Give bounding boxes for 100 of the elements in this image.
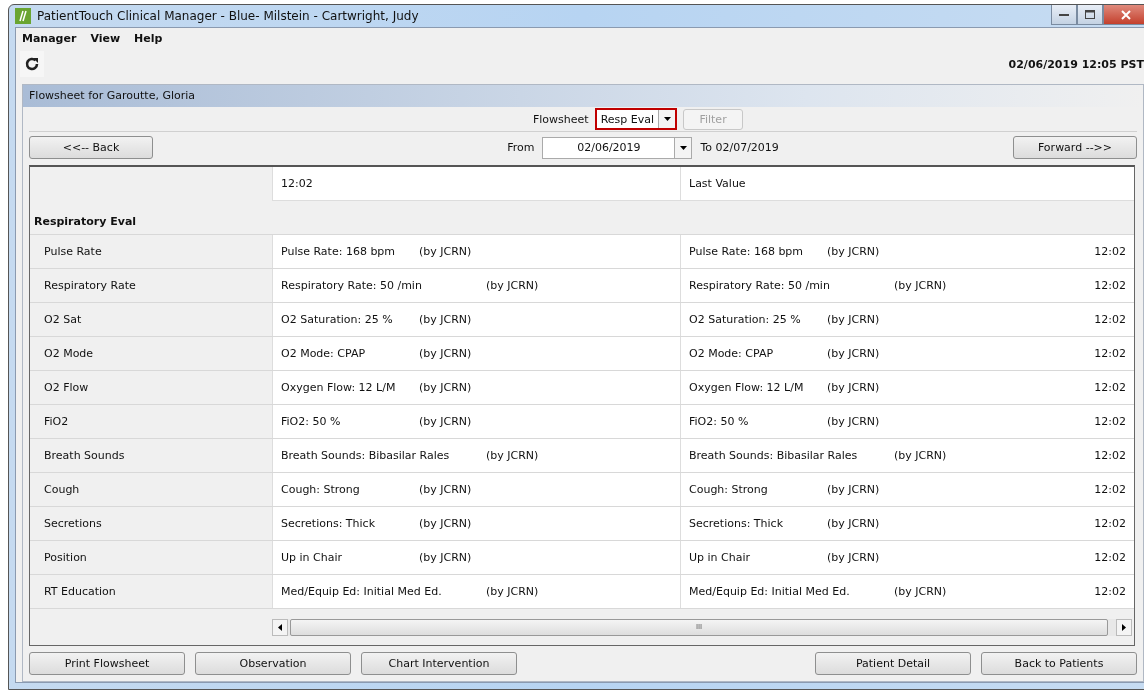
author-text: (by JCRN) [894,279,947,292]
author-text: (by JCRN) [486,279,539,292]
author-text: (by JCRN) [827,381,880,394]
author-text: (by JCRN) [827,517,880,530]
cell-value: Med/Equip Ed: Initial Med Ed. [689,585,850,598]
row-label: Pulse Rate [43,244,103,260]
time-text: 12:02 [1094,313,1126,326]
row-label: O2 Flow [43,380,90,396]
row-label: Respiratory Rate [43,278,137,294]
author-text: (by JCRN) [486,585,539,598]
cell-value: Secretions: Thick [689,517,783,530]
author-text: (by JCRN) [827,415,880,428]
row-label: O2 Mode [43,346,95,362]
action-button[interactable]: Observation [195,652,351,675]
to-date-text: To 02/07/2019 [700,141,779,154]
maximize-button[interactable] [1077,5,1103,25]
cell-value: Cough: Strong [281,483,360,496]
from-date-field[interactable]: 02/06/2019 [542,136,693,159]
date-time: 02/06/2019 12:05 PST [1008,57,1144,71]
time-text: 12:02 [1094,279,1126,292]
cell-value: Med/Equip Ed: Initial Med Ed. [281,585,442,598]
author-text: (by JCRN) [827,483,880,496]
group-heading: Respiratory Eval [33,214,138,230]
time-text: 12:02 [1094,381,1126,394]
window-title: PatientTouch Clinical Manager - Blue- Milstein - Cartwright, Judy [37,9,419,23]
scroll-left-button[interactable] [272,618,288,636]
time-text: 12:02 [1094,449,1126,462]
row-label: Cough [43,482,81,498]
author-text: (by JCRN) [419,517,472,530]
cell-value: FiO2: 50 % [689,415,749,428]
dropdown-arrow-icon [663,117,671,121]
author-text: (by JCRN) [419,313,472,326]
app-logo-icon [15,8,31,24]
cell-value: Up in Chair [689,551,751,564]
cell-value: Breath Sounds: Bibasilar Rales [281,449,450,462]
action-button[interactable]: Chart Intervention [361,652,517,675]
cell-value: Secretions: Thick [281,517,375,530]
row-label: Position [43,550,88,566]
menu-item[interactable]: Help [134,32,163,46]
action-button[interactable]: Patient Detail [815,652,971,675]
row-label: Secretions [43,516,103,532]
row-label: RT Education [43,584,117,600]
row-label: FiO2 [43,414,70,430]
cell-value: Up in Chair [281,551,343,564]
row-label: O2 Sat [43,312,83,328]
author-text: (by JCRN) [419,551,472,564]
back-button[interactable]: <<-- Back [29,136,153,159]
cell-value: Respiratory Rate: 50 /min [689,279,830,292]
author-text: (by JCRN) [419,415,472,428]
from-label: From [507,141,535,154]
column-header: 12:02 [272,167,680,201]
close-button[interactable] [1103,5,1144,25]
flowsheet-dropdown[interactable]: Resp Eval [594,108,678,130]
cell-value: O2 Mode: CPAP [281,347,366,360]
cell-value: Oxygen Flow: 12 L/M [281,381,396,394]
dropdown-arrow-icon [679,145,687,150]
cell-value: Respiratory Rate: 50 /min [281,279,422,292]
time-text: 12:02 [1094,347,1126,360]
author-text: (by JCRN) [827,313,880,326]
action-button[interactable]: Print Flowsheet [29,652,185,675]
refresh-button[interactable] [20,51,44,77]
menu-item[interactable]: View [90,32,121,46]
author-text: (by JCRN) [419,347,472,360]
cell-value: FiO2: 50 % [281,415,341,428]
left-arrow-icon [278,623,282,631]
refresh-icon [24,56,40,72]
cell-value: Breath Sounds: Bibasilar Rales [689,449,858,462]
author-text: (by JCRN) [827,551,880,564]
author-text: (by JCRN) [827,245,880,258]
column-header: Last Value [680,167,1134,201]
author-text: (by JCRN) [419,483,472,496]
time-text: 12:02 [1094,415,1126,428]
row-label: Breath Sounds [43,448,126,464]
author-text: (by JCRN) [827,347,880,360]
forward-button[interactable]: Forward -->> [1013,136,1137,159]
author-text: (by JCRN) [486,449,539,462]
scroll-right-button[interactable] [1116,618,1132,636]
cell-value: Pulse Rate: 168 bpm [689,245,804,258]
cell-value: Cough: Strong [689,483,768,496]
author-text: (by JCRN) [894,449,947,462]
right-arrow-icon [1122,623,1126,631]
flowsheet-label: Flowsheet [532,112,589,126]
time-text: 12:02 [1094,585,1126,598]
maximize-icon [1085,10,1095,19]
author-text: (by JCRN) [419,245,472,258]
cell-value: O2 Mode: CPAP [689,347,774,360]
time-text: 12:02 [1094,517,1126,530]
menu-item[interactable]: Manager [22,32,77,46]
author-text: (by JCRN) [419,381,472,394]
time-text: 12:02 [1094,245,1126,258]
time-text: 12:02 [1094,551,1126,564]
minimize-button[interactable] [1051,5,1077,25]
cell-value: Pulse Rate: 168 bpm [281,245,396,258]
close-icon [1121,9,1131,20]
action-button[interactable]: Back to Patients [981,652,1137,675]
time-text: 12:02 [1094,483,1126,496]
cell-value: O2 Saturation: 25 % [689,313,801,326]
cell-value: O2 Saturation: 25 % [281,313,393,326]
cell-value: Oxygen Flow: 12 L/M [689,381,804,394]
author-text: (by JCRN) [894,585,947,598]
